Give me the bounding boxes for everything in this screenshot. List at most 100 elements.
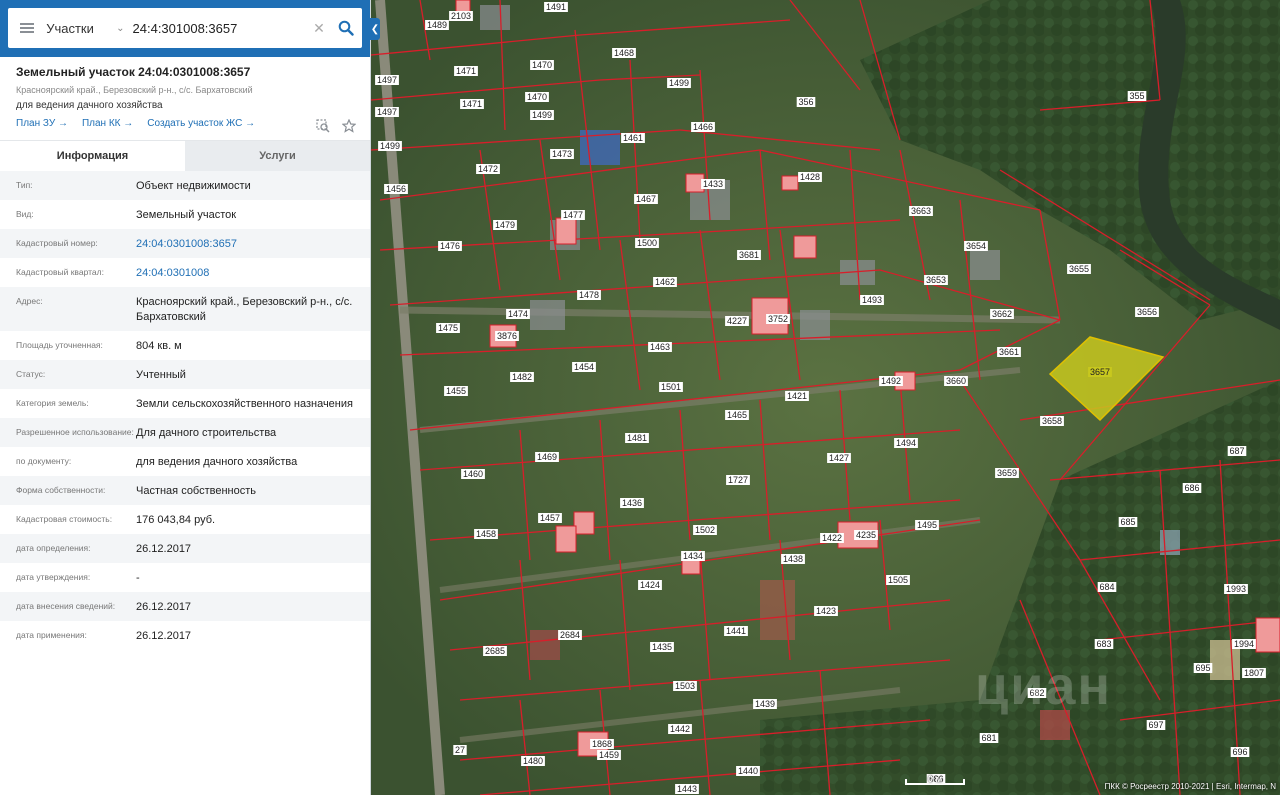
info-row: дата определения: 26.12.2017	[0, 534, 370, 563]
info-label: Тип:	[16, 180, 33, 190]
star-icon[interactable]	[342, 119, 356, 133]
info-row: дата внесения сведений: 26.12.2017	[0, 592, 370, 621]
parcel-label: 3660	[944, 376, 968, 386]
info-label: дата определения:	[16, 543, 91, 553]
parcel-label-text: 695	[1195, 663, 1210, 673]
menu-icon[interactable]	[8, 8, 46, 48]
parcel-label: 1499	[530, 110, 554, 120]
parcel-label: 1470	[530, 60, 554, 70]
construction-object[interactable]	[793, 235, 817, 259]
parcel-label: 1491	[544, 2, 568, 12]
parcel-label-text: 687	[1229, 446, 1244, 456]
parcel-label-text: 3659	[997, 468, 1017, 478]
parcel-label-text: 3662	[992, 309, 1012, 319]
parcel-label-text: 1478	[579, 290, 599, 300]
search-icon	[338, 20, 354, 36]
parcel-label-text: 1439	[755, 699, 775, 709]
parcel-label-text: 3655	[1069, 264, 1089, 274]
info-row: Адрес: Красноярский край., Березовский р-…	[0, 287, 370, 331]
tab-information[interactable]: Информация	[0, 141, 185, 171]
parcel-label-text: 27	[455, 745, 465, 755]
layer-select[interactable]: Участки ⌄	[46, 21, 132, 36]
parcel-label: 1424	[638, 580, 662, 590]
parcel-label-text: 3660	[946, 376, 966, 386]
parcel-label: 1482	[510, 372, 534, 382]
parcel-label-text: 1465	[727, 410, 747, 420]
parcel-label: 1502	[693, 525, 717, 535]
parcel-label: 1475	[436, 323, 460, 333]
plan-kk-link[interactable]: План КК →	[82, 118, 133, 129]
plan-zu-link[interactable]: План ЗУ →	[16, 118, 68, 129]
parcel-label: 1480	[521, 756, 545, 766]
parcel-label: 1499	[378, 141, 402, 151]
info-label: Статус:	[16, 369, 46, 379]
parcel-label-text: 1469	[537, 452, 557, 462]
construction-object[interactable]	[555, 525, 577, 553]
search-input[interactable]	[132, 8, 309, 48]
parcel-label-text: 3657	[1090, 367, 1110, 377]
info-value-link[interactable]: 24:04:0301008	[136, 266, 354, 287]
parcel-label-text: 1434	[683, 551, 703, 561]
parcel-label-text: 1994	[1234, 639, 1254, 649]
info-row: Категория земель: Земли сельскохозяйствен…	[0, 389, 370, 418]
info-value: 26.12.2017	[136, 630, 192, 642]
tab-services[interactable]: Услуги	[185, 141, 370, 171]
create-parcel-link[interactable]: Создать участок ЖС →	[147, 118, 255, 129]
parcel-label-text: 3661	[999, 347, 1019, 357]
parcel-label-text: 685	[1120, 517, 1135, 527]
parcel-label-text: 3681	[739, 250, 759, 260]
parcel-label-text: 1494	[896, 438, 916, 448]
construction-object[interactable]	[1255, 617, 1280, 653]
parcel-label: 1471	[460, 99, 484, 109]
parcel-label: 3752	[766, 314, 790, 324]
parcel-label-text: 1467	[636, 194, 656, 204]
parcel-label: 1434	[681, 551, 705, 561]
parcel-label-text: 1441	[726, 626, 746, 636]
parcel-label: 1466	[691, 122, 715, 132]
collapse-panel-button[interactable]: ❮	[370, 18, 380, 40]
parcel-label: 1456	[384, 184, 408, 194]
parcel-label-text: 1454	[574, 362, 594, 372]
search-button[interactable]	[330, 8, 362, 48]
parcel-label-text: 1435	[652, 642, 672, 652]
zoom-to-object-icon[interactable]	[316, 119, 330, 133]
parcel-label-text: 1493	[862, 295, 882, 305]
parcel-label: 1439	[753, 699, 777, 709]
parcel-label-text: 681	[981, 733, 996, 743]
info-row: Форма собственности: Частная собственност…	[0, 476, 370, 505]
construction-object[interactable]	[573, 511, 595, 535]
info-label: Площадь уточненная:	[16, 340, 103, 350]
construction-object[interactable]	[781, 175, 799, 191]
info-row: Тип: Объект недвижимости	[0, 171, 370, 200]
parcel-label: 1503	[673, 681, 697, 691]
info-value: Объект недвижимости	[136, 180, 251, 192]
parcel-label: 696	[1230, 747, 1250, 757]
close-icon[interactable]: ✕	[309, 20, 330, 37]
info-value: 26.12.2017	[136, 543, 192, 555]
parcel-label-text: 1993	[1226, 584, 1246, 594]
parcel-label-text: 1489	[427, 20, 447, 30]
parcel-label: 1727	[726, 475, 750, 485]
parcel-label: 2684	[558, 630, 582, 640]
construction-object[interactable]	[555, 217, 577, 245]
parcel-label: 684	[1097, 582, 1117, 592]
parcel-label: 1458	[474, 529, 498, 539]
parcel-label-text: 1427	[829, 453, 849, 463]
parcel-label: 3681	[737, 250, 761, 260]
parcel-label: 3655	[1067, 264, 1091, 274]
parcel-label: 2685	[483, 646, 507, 656]
parcel-label-text: 1503	[675, 681, 695, 691]
info-row: Разрешенное использование: Для дачного ст…	[0, 418, 370, 447]
parcel-label: 1499	[667, 78, 691, 88]
parcel-label: 3662	[990, 309, 1014, 319]
object-title: Земельный участок 24:04:0301008:3657	[16, 65, 251, 79]
info-row: Площадь уточненная: 804 кв. м	[0, 331, 370, 360]
parcel-label: 1476	[438, 241, 462, 251]
parcel-label: 1495	[915, 520, 939, 530]
parcel-label-text: 1475	[438, 323, 458, 333]
parcel-label-text: 1499	[380, 141, 400, 151]
info-value-link[interactable]: 24:04:0301008:3657	[136, 237, 354, 258]
parcel-label: 3661	[997, 347, 1021, 357]
parcel-label-text: 1476	[440, 241, 460, 251]
parcel-label: 1427	[827, 453, 851, 463]
